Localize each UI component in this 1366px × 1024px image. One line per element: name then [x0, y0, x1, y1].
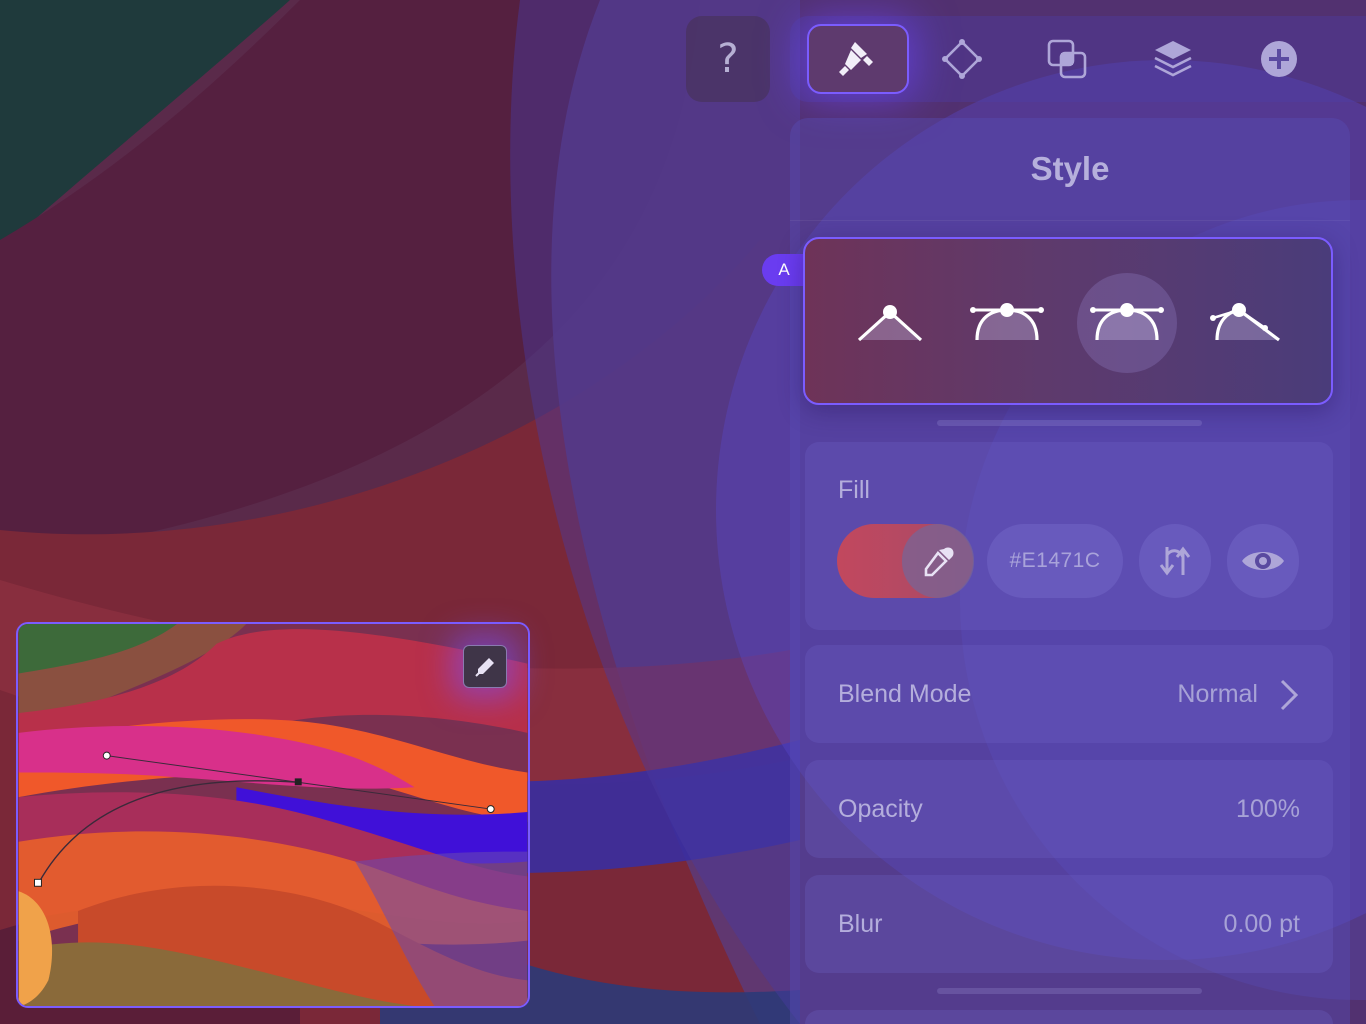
- tab-style[interactable]: [807, 24, 909, 94]
- tab-boolean[interactable]: [1016, 24, 1118, 94]
- swap-icon: [1159, 546, 1191, 576]
- symmetric-node-icon: [1090, 303, 1164, 341]
- help-button[interactable]: ?: [686, 16, 770, 102]
- corner-node-button[interactable]: [840, 273, 940, 373]
- blend-mode-label: Blend Mode: [838, 680, 972, 708]
- chevron-right-icon: [1280, 679, 1299, 711]
- help-label: ?: [717, 36, 739, 82]
- blur-label: Blur: [838, 910, 883, 938]
- corner-node-icon: [857, 305, 923, 342]
- brush-icon: [839, 42, 873, 76]
- tab-layers[interactable]: [1122, 24, 1224, 94]
- smooth-node-button[interactable]: [957, 273, 1057, 373]
- asymmetric-node-button[interactable]: [1197, 273, 1297, 373]
- boolean-icon: [1047, 39, 1087, 79]
- eyedropper-button[interactable]: [902, 524, 974, 598]
- eyedropper-icon: [924, 547, 954, 577]
- add-icon: [1261, 41, 1297, 77]
- visibility-button[interactable]: [1227, 524, 1299, 598]
- pen-tool-button[interactable]: [463, 645, 507, 688]
- layers-icon: [1154, 41, 1192, 77]
- opacity-label: Opacity: [838, 795, 923, 823]
- tab-add[interactable]: [1228, 24, 1330, 94]
- hex-color-field[interactable]: #E1471C: [987, 524, 1123, 598]
- opacity-value: 100%: [1236, 795, 1300, 823]
- smooth-node-icon: [970, 303, 1044, 341]
- asymmetric-node-icon: [1210, 303, 1280, 342]
- scroll-indicator-top: [937, 420, 1202, 426]
- swap-fill-button[interactable]: [1139, 524, 1211, 598]
- fill-label: Fill: [838, 476, 870, 504]
- node-badge: A: [762, 254, 806, 286]
- pen-icon: [475, 657, 494, 677]
- canvas-preview[interactable]: [16, 622, 530, 1008]
- title-divider: [790, 220, 1350, 221]
- panel-title: Style: [1030, 150, 1110, 187]
- scroll-indicator-bottom: [937, 988, 1202, 994]
- symmetric-node-button[interactable]: [1077, 273, 1177, 373]
- tab-transform[interactable]: [911, 24, 1013, 94]
- transform-icon: [942, 39, 982, 79]
- blur-value: 0.00 pt: [1223, 910, 1300, 938]
- blend-mode-value: Normal: [1177, 680, 1258, 708]
- next-section: [805, 1010, 1333, 1024]
- eye-icon: [1242, 552, 1284, 570]
